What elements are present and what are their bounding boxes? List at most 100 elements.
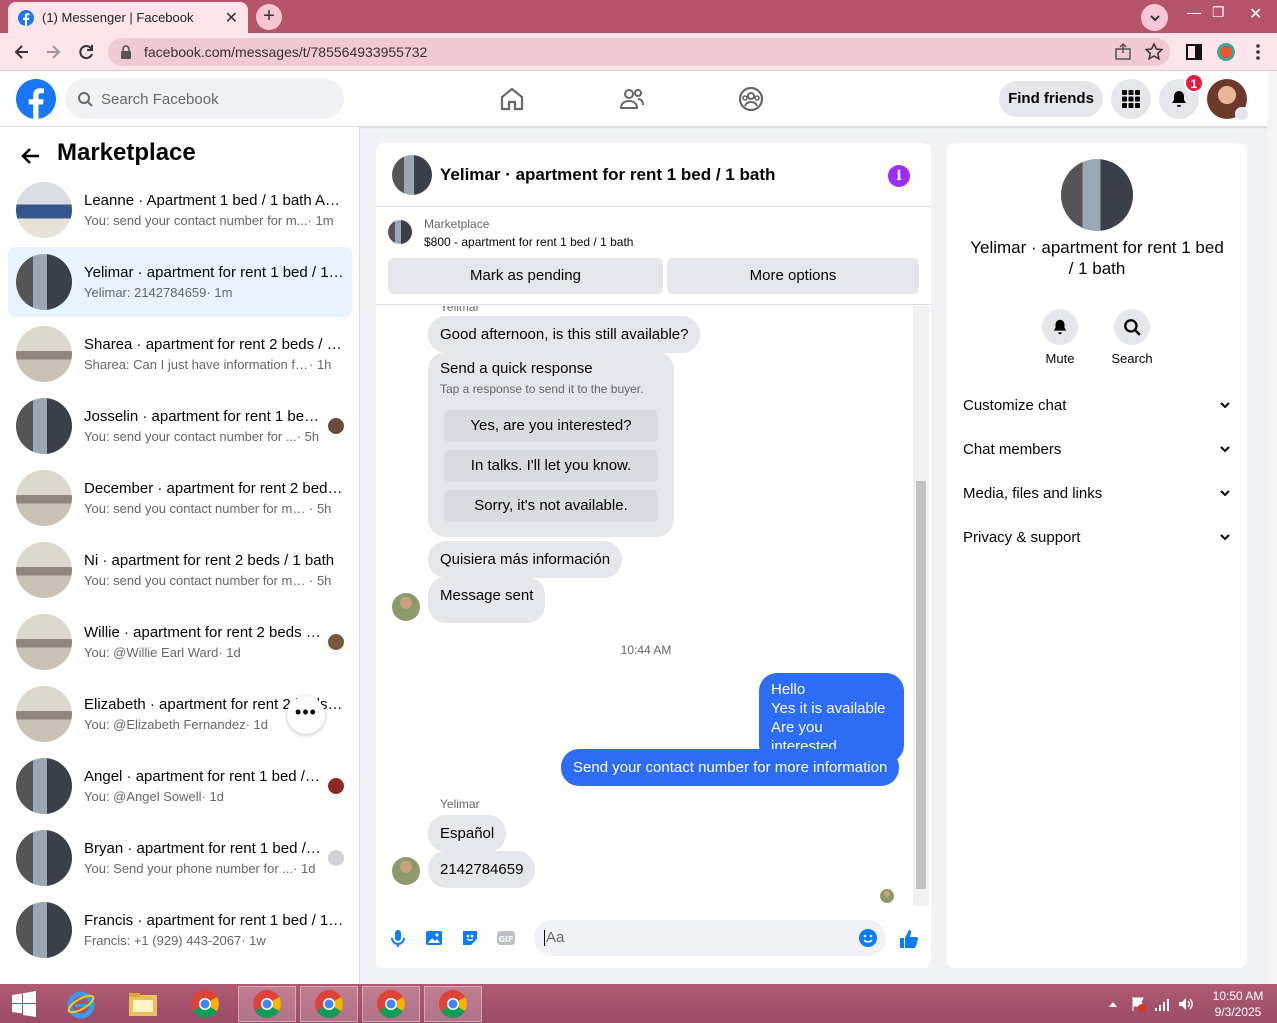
media-files-links-section[interactable]: Media, files and links (963, 471, 1231, 515)
conversation-title: Angel · apartment for rent 1 bed / 1 bat… (84, 768, 322, 785)
start-button[interactable] (0, 986, 48, 1022)
network-icon[interactable] (1154, 996, 1170, 1012)
incoming-message[interactable]: Message sent (428, 577, 546, 623)
system-clock[interactable]: 10:50 AM 9/3/2025 (1205, 988, 1271, 1020)
quick-reply-button[interactable]: In talks. I'll let you know. (444, 450, 658, 482)
menu-dots-icon[interactable] (1248, 42, 1268, 62)
browser-tab[interactable]: (1) Messenger | Facebook ✕ (8, 2, 248, 33)
more-actions-button[interactable]: ••• (287, 696, 325, 734)
clock-time: 10:50 AM (1212, 989, 1264, 1003)
account-chevron-icon (1235, 107, 1249, 121)
address-bar[interactable]: facebook.com/messages/t/785564933955732 (108, 38, 1170, 66)
chrome-window-taskbar-active[interactable] (362, 986, 420, 1022)
outgoing-message[interactable]: Send your contact number for more inform… (561, 749, 900, 786)
chat-members-section[interactable]: Chat members (963, 427, 1231, 471)
incoming-message[interactable]: 2142784659 (428, 851, 536, 888)
customize-chat-section[interactable]: Customize chat (963, 383, 1231, 427)
conversation-time: · 5h (296, 429, 320, 444)
chat-title[interactable]: Yelimar · apartment for rent 1 bed / 1 b… (440, 165, 775, 185)
mute-label: Mute (1045, 351, 1075, 366)
text-caret (544, 930, 545, 947)
info-icon[interactable]: i (888, 165, 910, 187)
chrome-window-taskbar[interactable] (238, 986, 296, 1022)
menu-button[interactable] (1111, 79, 1151, 119)
sender-avatar[interactable] (392, 593, 420, 621)
side-panel-icon[interactable] (1184, 42, 1204, 62)
conversation-thumbnail (16, 182, 72, 238)
conversation-item[interactable]: Yelimar · apartment for rent 1 bed / 1 b… (8, 247, 352, 317)
conversation-item[interactable]: Angel · apartment for rent 1 bed / 1 bat… (8, 751, 352, 821)
tab-title: (1) Messenger | Facebook (42, 10, 194, 25)
incoming-message[interactable]: Quisiera más información (428, 541, 623, 578)
home-icon[interactable] (498, 85, 526, 113)
profile-icon[interactable] (1216, 42, 1236, 62)
chrome-taskbar[interactable] (176, 986, 234, 1022)
conversation-text: Sharea · apartment for rent 2 beds / 1 b… (84, 336, 344, 372)
details-avatar[interactable] (1061, 159, 1133, 231)
listing-description[interactable]: $800 - apartment for rent 1 bed / 1 bath (424, 235, 633, 249)
minimize-icon[interactable]: — (1187, 4, 1201, 20)
conversation-item[interactable]: Bryan · apartment for rent 1 bed / 1 bat… (8, 823, 352, 893)
back-arrow-icon[interactable] (20, 145, 42, 167)
chrome-window-taskbar[interactable] (424, 986, 482, 1022)
listing-thumbnail[interactable] (388, 220, 412, 244)
restore-icon[interactable]: ❐ (1212, 4, 1225, 21)
conversation-item[interactable]: Sharea · apartment for rent 2 beds / 1 b… (8, 319, 352, 389)
back-icon[interactable] (12, 42, 32, 62)
close-tab-icon[interactable]: ✕ (225, 8, 238, 28)
conversation-item[interactable]: Ni · apartment for rent 2 beds / 1 bath Y… (8, 535, 352, 605)
emoji-icon[interactable] (858, 928, 878, 948)
sender-avatar[interactable] (392, 857, 420, 885)
groups-icon[interactable] (737, 85, 765, 113)
bookmark-star-icon[interactable] (1144, 42, 1164, 62)
read-receipt-avatar (880, 889, 894, 903)
message-thread[interactable]: Yelimar Good afternoon, is this still av… (376, 306, 916, 906)
chrome-window-taskbar[interactable] (300, 986, 358, 1022)
thumbs-up-icon[interactable] (898, 928, 920, 950)
sticker-icon[interactable] (460, 928, 480, 948)
chat-scrollbar-thumb[interactable] (916, 481, 926, 889)
conversation-item[interactable]: Willie · apartment for rent 2 beds / 1 b… (8, 607, 352, 677)
page-scrollbar[interactable] (1267, 71, 1277, 984)
privacy-support-section[interactable]: Privacy & support (963, 515, 1231, 559)
conversation-preview-row: You: @Angel Sowell · 1d (84, 789, 322, 804)
tab-search-button[interactable] (1141, 4, 1168, 31)
incoming-message[interactable]: Español (428, 815, 507, 852)
microphone-icon[interactable] (388, 928, 408, 948)
mute-button[interactable]: Mute (1030, 309, 1090, 366)
message-timestamp: 10:44 AM (620, 643, 672, 657)
volume-icon[interactable] (1178, 996, 1194, 1012)
action-center-flag-icon[interactable] (1130, 996, 1146, 1012)
file-explorer-taskbar[interactable] (114, 986, 172, 1022)
share-icon[interactable] (1113, 42, 1133, 62)
internet-explorer-taskbar[interactable] (52, 986, 110, 1022)
quick-reply-button[interactable]: Yes, are you interested? (444, 410, 658, 442)
conversation-preview-row: Francis: +1 (929) 443-2067 · 1w (84, 933, 344, 948)
quick-reply-button[interactable]: Sorry, it's not available. (444, 490, 658, 522)
photo-icon[interactable] (424, 928, 444, 948)
conversation-item[interactable]: Francis · apartment for rent 1 bed / 1 b… (8, 895, 352, 965)
reload-icon[interactable] (76, 42, 96, 62)
account-avatar[interactable] (1207, 79, 1249, 121)
incoming-message[interactable]: Good afternoon, is this still available? (428, 316, 701, 353)
conversation-title: Francis · apartment for rent 1 bed / 1 b… (84, 912, 344, 929)
conversation-item[interactable]: Leanne · Apartment 1 bed / 1 bath Apartm… (8, 175, 352, 245)
show-hidden-icons-icon[interactable] (1108, 1000, 1118, 1008)
forward-icon[interactable] (43, 42, 63, 62)
mark-as-pending-button[interactable]: Mark as pending (388, 258, 663, 294)
search-conversation-button[interactable]: Search (1102, 309, 1162, 366)
conversation-preview-row: You: send you contact number for mo... · … (84, 573, 344, 588)
new-tab-button[interactable]: + (256, 4, 282, 30)
friends-icon[interactable] (618, 85, 646, 113)
facebook-search-input[interactable]: Search Facebook (65, 79, 344, 119)
message-input[interactable]: Aa (534, 920, 886, 956)
conversation-thumbnail (16, 686, 72, 742)
chat-avatar[interactable] (392, 154, 432, 195)
conversation-item[interactable]: Josselin · apartment for rent 1 bed / 1 … (8, 391, 352, 461)
find-friends-button[interactable]: Find friends (999, 81, 1103, 117)
facebook-logo-icon[interactable] (16, 79, 56, 119)
close-window-icon[interactable]: ✕ (1249, 4, 1262, 24)
conversation-item[interactable]: December · apartment for rent 2 beds / 1… (8, 463, 352, 533)
gif-icon[interactable]: GIF (496, 928, 516, 948)
more-options-button[interactable]: More options (667, 258, 919, 294)
